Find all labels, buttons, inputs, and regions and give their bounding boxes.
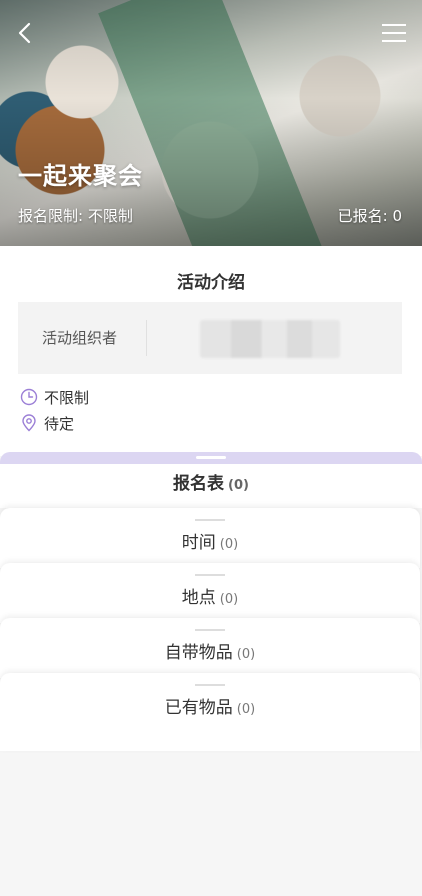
section-card-time[interactable]: 时间 (0) <box>0 508 420 568</box>
section-card-existing-items[interactable]: 已有物品 (0) <box>0 673 420 751</box>
signup-form-header: 报名表 (0) <box>0 464 422 508</box>
organizer-row[interactable]: 活动组织者 <box>18 302 402 374</box>
organizer-label: 活动组织者 <box>42 329 118 347</box>
section-card-location[interactable]: 地点 (0) <box>0 563 420 623</box>
signup-form-title: 报名表 <box>173 474 225 494</box>
time-info-row: 不限制 <box>20 386 89 408</box>
section-count: (0) <box>236 702 256 717</box>
section-label: 自带物品 <box>164 643 233 663</box>
section-label: 时间 <box>181 533 216 553</box>
chevron-left-icon <box>18 22 31 44</box>
location-pin-icon <box>22 414 36 432</box>
event-cover-image: 一起来聚会 报名限制: 不限制 已报名: 0 <box>0 0 422 246</box>
event-intro-section: 活动介绍 活动组织者 不限制 待定 <box>0 246 422 456</box>
section-title: 时间 (0) <box>0 528 420 553</box>
time-value: 不限制 <box>44 388 90 407</box>
signup-form-count: (0) <box>228 478 249 493</box>
signup-limit-text: 报名限制: 不限制 <box>18 207 133 225</box>
section-label: 地点 <box>181 588 216 608</box>
organizer-divider <box>146 320 147 356</box>
menu-button[interactable] <box>380 22 408 44</box>
section-count: (0) <box>219 592 239 607</box>
section-title: 地点 (0) <box>0 583 420 608</box>
card-grip <box>195 684 225 686</box>
drag-grip <box>196 456 226 459</box>
hamburger-menu-icon <box>382 24 406 42</box>
back-button[interactable] <box>14 20 38 46</box>
card-grip <box>195 629 225 631</box>
clock-icon <box>20 388 38 406</box>
location-info-row: 待定 <box>20 412 74 434</box>
section-title: 已有物品 (0) <box>0 693 420 718</box>
section-card-bring-items[interactable]: 自带物品 (0) <box>0 618 420 678</box>
section-count: (0) <box>219 537 239 552</box>
card-grip <box>195 519 225 521</box>
enrolled-count-text: 已报名: 0 <box>337 207 402 225</box>
location-value: 待定 <box>44 414 75 433</box>
intro-title: 活动介绍 <box>177 273 245 293</box>
section-count: (0) <box>236 647 256 662</box>
section-title: 自带物品 (0) <box>0 638 420 663</box>
event-title: 一起来聚会 <box>18 162 143 190</box>
section-label: 已有物品 <box>164 698 233 718</box>
card-grip <box>195 574 225 576</box>
organizer-name-redacted <box>200 320 340 358</box>
